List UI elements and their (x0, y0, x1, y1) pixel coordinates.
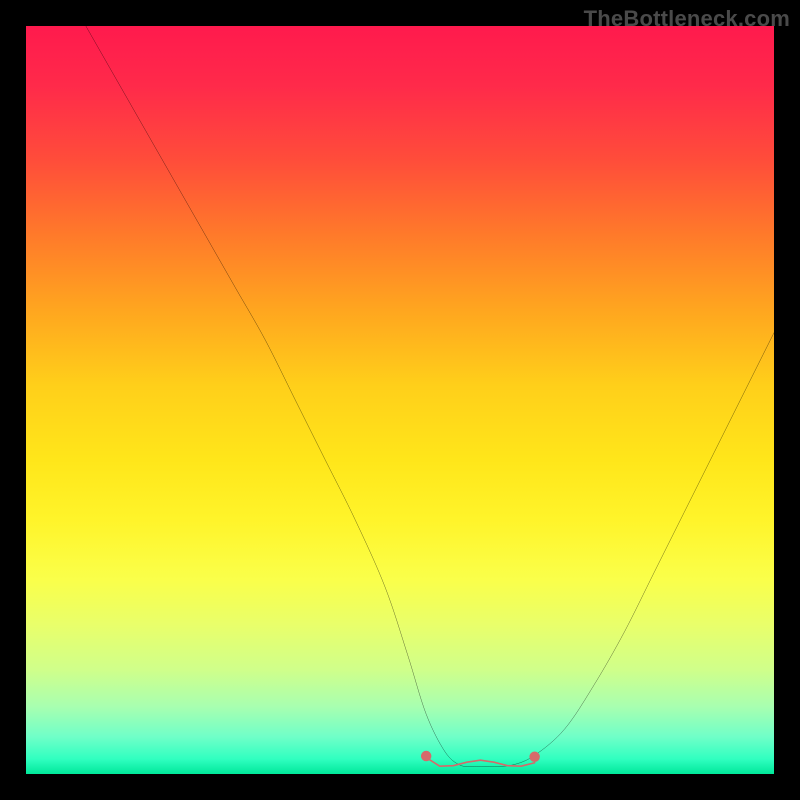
chart-svg (26, 26, 774, 774)
chart-plot-area (26, 26, 774, 774)
trough-marker-dot-right (529, 752, 539, 762)
curve-line (86, 26, 774, 767)
watermark-text: TheBottleneck.com (584, 6, 790, 32)
trough-marker-dot-left (421, 751, 431, 761)
chart-frame: TheBottleneck.com (0, 0, 800, 800)
trough-marker (426, 758, 534, 767)
